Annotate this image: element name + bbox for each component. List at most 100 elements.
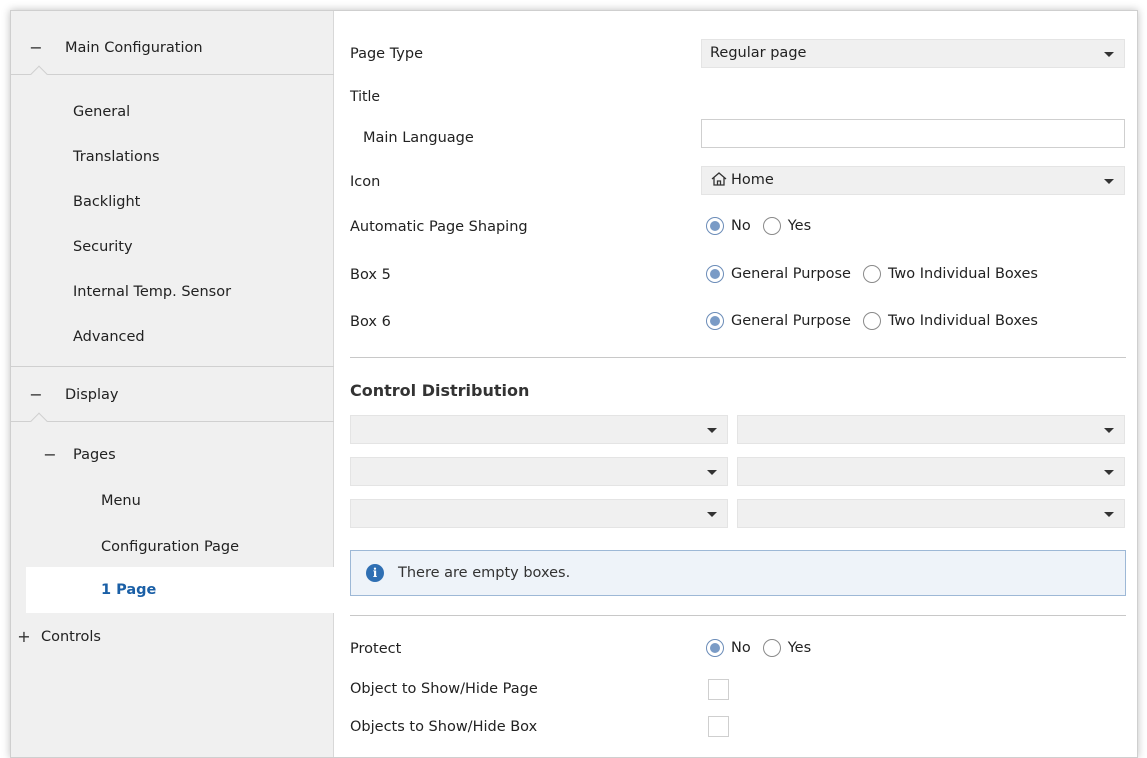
control-dropdown-6[interactable] xyxy=(737,499,1125,528)
sidebar-item-label: Advanced xyxy=(73,329,145,345)
window: − Main Configuration General Translation… xyxy=(10,10,1138,758)
icon-dropdown[interactable]: Home xyxy=(701,166,1125,195)
sidebar-item-label: General xyxy=(73,104,131,120)
sidebar-item-main-configuration[interactable]: − Main Configuration xyxy=(11,34,334,62)
objects-show-hide-box-checkbox[interactable] xyxy=(708,716,729,737)
control-dropdown-4[interactable] xyxy=(737,457,1125,486)
radio-checked[interactable] xyxy=(706,265,724,283)
control-dropdown-5[interactable] xyxy=(350,499,728,528)
object-show-hide-page-checkbox[interactable] xyxy=(708,679,729,700)
sidebar-item-label: Configuration Page xyxy=(101,539,240,555)
sidebar-item-configuration-page[interactable]: Configuration Page xyxy=(11,533,334,561)
sidebar-item-1-page[interactable]: 1 Page xyxy=(26,567,336,613)
object-show-hide-page-label: Object to Show/Hide Page xyxy=(350,681,538,697)
sidebar-item-controls[interactable]: + Controls xyxy=(11,623,334,651)
sidebar-item-label: Pages xyxy=(73,447,116,463)
sidebar-item-backlight[interactable]: Backlight xyxy=(11,188,334,216)
sidebar-item-translations[interactable]: Translations xyxy=(11,143,334,171)
automatic-page-shaping-label: Automatic Page Shaping xyxy=(350,219,528,235)
divider xyxy=(350,357,1126,358)
collapse-icon[interactable]: − xyxy=(43,441,57,469)
sidebar-item-advanced[interactable]: Advanced xyxy=(11,323,334,351)
page-type-value: Regular page xyxy=(710,45,807,61)
radio-checked[interactable] xyxy=(706,217,724,235)
sidebar-item-label: Translations xyxy=(73,149,160,165)
radio-label: No xyxy=(731,640,751,656)
box5-two-individual-boxes[interactable]: Two Individual Boxes xyxy=(862,265,1038,283)
box5-general-purpose[interactable]: General Purpose xyxy=(706,265,851,283)
sidebar-item-label: Display xyxy=(65,387,119,403)
info-message-text: There are empty boxes. xyxy=(398,565,571,581)
divider xyxy=(350,615,1126,616)
chevron-down-icon xyxy=(1104,470,1114,475)
automatic-page-shaping-radio-group: No Yes xyxy=(706,217,823,235)
icon-label: Icon xyxy=(350,174,381,190)
box6-radio-group: General Purpose Two Individual Boxes xyxy=(706,312,1050,330)
icon-value: Home xyxy=(731,172,774,188)
automatic-page-shaping-no[interactable]: No xyxy=(706,217,751,235)
automatic-page-shaping-yes[interactable]: Yes xyxy=(762,217,812,235)
page-type-label: Page Type xyxy=(350,46,424,62)
main-language-label: Main Language xyxy=(363,130,474,146)
radio-label: No xyxy=(731,218,751,234)
chevron-down-icon xyxy=(1104,179,1114,184)
box6-label: Box 6 xyxy=(350,314,391,330)
chevron-down-icon xyxy=(1104,52,1114,57)
title-label: Title xyxy=(350,89,381,105)
radio-label: Yes xyxy=(787,218,812,234)
radio-label: Two Individual Boxes xyxy=(887,266,1038,282)
sidebar-item-label: Backlight xyxy=(73,194,141,210)
control-dropdown-1[interactable] xyxy=(350,415,728,444)
sidebar: − Main Configuration General Translation… xyxy=(11,11,336,757)
divider xyxy=(11,421,334,422)
sidebar-item-label: Internal Temp. Sensor xyxy=(73,284,232,300)
radio-checked[interactable] xyxy=(706,312,724,330)
sidebar-item-general[interactable]: General xyxy=(11,98,334,126)
radio-checked[interactable] xyxy=(706,639,724,657)
divider xyxy=(11,74,334,75)
divider xyxy=(11,366,334,367)
protect-yes[interactable]: Yes xyxy=(762,639,812,657)
sidebar-item-internal-temp-sensor[interactable]: Internal Temp. Sensor xyxy=(11,278,334,306)
chevron-down-icon xyxy=(707,512,717,517)
protect-no[interactable]: No xyxy=(706,639,751,657)
radio-label: General Purpose xyxy=(731,313,851,329)
info-message-box: i There are empty boxes. xyxy=(350,550,1126,596)
sidebar-item-display[interactable]: − Display xyxy=(11,381,334,409)
tree-notch xyxy=(30,65,48,83)
tree-notch xyxy=(30,412,48,430)
box5-label: Box 5 xyxy=(350,267,391,283)
chevron-down-icon xyxy=(707,470,717,475)
radio-unchecked[interactable] xyxy=(862,265,881,283)
control-distribution-title: Control Distribution xyxy=(350,381,530,400)
radio-unchecked[interactable] xyxy=(762,639,781,657)
chevron-down-icon xyxy=(1104,428,1114,433)
protect-label: Protect xyxy=(350,641,402,657)
radio-unchecked[interactable] xyxy=(762,217,781,235)
box6-general-purpose[interactable]: General Purpose xyxy=(706,312,851,330)
objects-show-hide-box-label: Objects to Show/Hide Box xyxy=(350,719,538,735)
box5-radio-group: General Purpose Two Individual Boxes xyxy=(706,265,1050,283)
sidebar-item-label: Security xyxy=(73,239,133,255)
radio-unchecked[interactable] xyxy=(862,312,881,330)
sidebar-item-label: Main Configuration xyxy=(65,40,203,56)
sidebar-item-label: 1 Page xyxy=(101,582,157,598)
sidebar-item-pages[interactable]: − Pages xyxy=(11,441,334,469)
box6-two-individual-boxes[interactable]: Two Individual Boxes xyxy=(862,312,1038,330)
main-language-input[interactable] xyxy=(701,119,1125,148)
control-dropdown-3[interactable] xyxy=(350,457,728,486)
page-type-dropdown[interactable]: Regular page xyxy=(701,39,1125,68)
sidebar-item-label: Controls xyxy=(41,629,101,645)
sidebar-item-security[interactable]: Security xyxy=(11,233,334,261)
sidebar-item-menu[interactable]: Menu xyxy=(11,487,334,515)
control-dropdown-2[interactable] xyxy=(737,415,1125,444)
collapse-icon[interactable]: − xyxy=(29,381,43,409)
radio-label: General Purpose xyxy=(731,266,851,282)
chevron-down-icon xyxy=(707,428,717,433)
radio-label: Yes xyxy=(787,640,812,656)
protect-radio-group: No Yes xyxy=(706,639,823,657)
expand-icon[interactable]: + xyxy=(17,623,31,651)
collapse-icon[interactable]: − xyxy=(29,34,43,62)
radio-label: Two Individual Boxes xyxy=(887,313,1038,329)
main-panel: Page Type Regular page Title Main Langua… xyxy=(335,11,1137,757)
